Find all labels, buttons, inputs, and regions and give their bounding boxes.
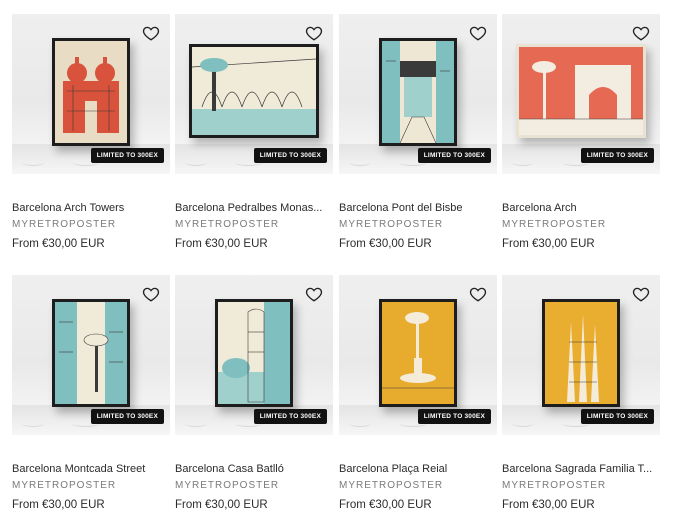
arch-towers-illustration — [55, 41, 127, 143]
limited-edition-badge: LIMITED TO 300EX — [580, 409, 654, 424]
poster-frame — [52, 38, 130, 146]
product-vendor: MYRETROPOSTER — [339, 480, 444, 491]
limited-edition-badge: LIMITED TO 300EX — [253, 409, 327, 424]
poster-frame — [52, 299, 130, 407]
product-card[interactable]: LIMITED TO 300EX Barcelona Arch MYRETROP… — [502, 14, 660, 250]
product-title[interactable]: Barcelona Sagrada Familia T... — [502, 463, 660, 475]
product-image[interactable]: LIMITED TO 300EX — [175, 275, 333, 435]
pont-del-bisbe-illustration — [382, 41, 454, 143]
poster-frame — [379, 38, 457, 146]
product-title[interactable]: Barcelona Casa Batlló — [175, 463, 333, 475]
product-vendor: MYRETROPOSTER — [175, 219, 280, 230]
poster-art — [519, 47, 643, 135]
product-title[interactable]: Barcelona Arch — [502, 202, 660, 214]
poster-art — [545, 302, 617, 404]
heart-outline-icon[interactable] — [632, 24, 650, 42]
product-vendor: MYRETROPOSTER — [339, 219, 444, 230]
placa-reial-illustration — [382, 302, 454, 404]
product-vendor: MYRETROPOSTER — [175, 480, 280, 491]
poster-art — [192, 47, 316, 135]
product-title[interactable]: Barcelona Pedralbes Monas... — [175, 202, 333, 214]
product-price: From €30,00 EUR — [502, 499, 595, 511]
product-price: From €30,00 EUR — [12, 238, 105, 250]
limited-edition-badge: LIMITED TO 300EX — [90, 409, 164, 424]
product-card[interactable]: LIMITED TO 300EX Barcelona Arch Towers M… — [12, 14, 170, 250]
heart-outline-icon[interactable] — [305, 24, 323, 42]
product-price: From €30,00 EUR — [502, 238, 595, 250]
product-price: From €30,00 EUR — [339, 238, 432, 250]
arc-de-triomf-illustration — [519, 47, 643, 135]
product-card[interactable]: LIMITED TO 300EX Barcelona Pont del Bisb… — [339, 14, 497, 250]
limited-edition-badge: LIMITED TO 300EX — [417, 148, 491, 163]
product-vendor: MYRETROPOSTER — [12, 480, 117, 491]
product-price: From €30,00 EUR — [175, 499, 268, 511]
poster-frame — [542, 299, 620, 407]
product-grid: LIMITED TO 300EX Barcelona Arch Towers M… — [0, 0, 673, 525]
poster-art — [382, 302, 454, 404]
product-price: From €30,00 EUR — [339, 499, 432, 511]
product-image[interactable]: LIMITED TO 300EX — [502, 14, 660, 174]
product-price: From €30,00 EUR — [175, 238, 268, 250]
product-card[interactable]: LIMITED TO 300EX Barcelona Pedralbes Mon… — [175, 14, 333, 250]
poster-art — [55, 41, 127, 143]
heart-outline-icon[interactable] — [632, 285, 650, 303]
product-card[interactable]: LIMITED TO 300EX Barcelona Montcada Stre… — [12, 275, 170, 511]
pedralbes-monastery-illustration — [192, 47, 316, 135]
product-image[interactable]: LIMITED TO 300EX — [175, 14, 333, 174]
product-card[interactable]: LIMITED TO 300EX Barcelona Sagrada Famil… — [502, 275, 660, 511]
product-title[interactable]: Barcelona Pont del Bisbe — [339, 202, 497, 214]
poster-frame — [516, 44, 646, 138]
casa-batllo-illustration — [218, 302, 290, 404]
product-vendor: MYRETROPOSTER — [502, 480, 607, 491]
limited-edition-badge: LIMITED TO 300EX — [580, 148, 654, 163]
poster-frame — [189, 44, 319, 138]
poster-art — [382, 41, 454, 143]
product-title[interactable]: Barcelona Montcada Street — [12, 463, 170, 475]
sagrada-familia-illustration — [545, 302, 617, 404]
product-vendor: MYRETROPOSTER — [502, 219, 607, 230]
product-image[interactable]: LIMITED TO 300EX — [12, 275, 170, 435]
product-image[interactable]: LIMITED TO 300EX — [339, 275, 497, 435]
limited-edition-badge: LIMITED TO 300EX — [253, 148, 327, 163]
heart-outline-icon[interactable] — [305, 285, 323, 303]
heart-outline-icon[interactable] — [142, 24, 160, 42]
product-image[interactable]: LIMITED TO 300EX — [502, 275, 660, 435]
product-card[interactable]: LIMITED TO 300EX Barcelona Plaça Reial M… — [339, 275, 497, 511]
limited-edition-badge: LIMITED TO 300EX — [90, 148, 164, 163]
poster-frame — [379, 299, 457, 407]
heart-outline-icon[interactable] — [142, 285, 160, 303]
heart-outline-icon[interactable] — [469, 24, 487, 42]
limited-edition-badge: LIMITED TO 300EX — [417, 409, 491, 424]
product-card[interactable]: LIMITED TO 300EX Barcelona Casa Batlló M… — [175, 275, 333, 511]
product-title[interactable]: Barcelona Plaça Reial — [339, 463, 497, 475]
poster-art — [55, 302, 127, 404]
poster-frame — [215, 299, 293, 407]
product-title[interactable]: Barcelona Arch Towers — [12, 202, 170, 214]
product-vendor: MYRETROPOSTER — [12, 219, 117, 230]
product-image[interactable]: LIMITED TO 300EX — [339, 14, 497, 174]
product-image[interactable]: LIMITED TO 300EX — [12, 14, 170, 174]
poster-art — [218, 302, 290, 404]
heart-outline-icon[interactable] — [469, 285, 487, 303]
product-price: From €30,00 EUR — [12, 499, 105, 511]
montcada-street-illustration — [55, 302, 127, 404]
